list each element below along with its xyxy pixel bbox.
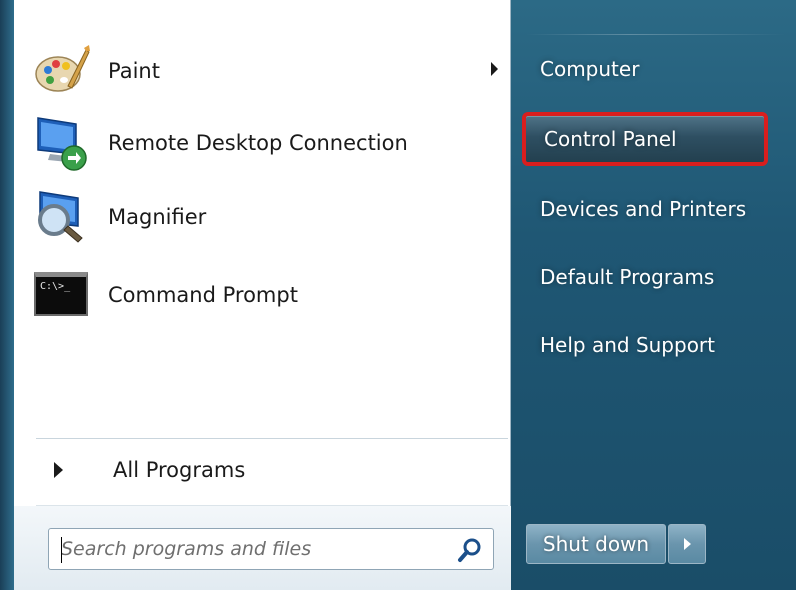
menu-item-label: Help and Support	[540, 333, 715, 357]
menu-item-help-support[interactable]: Help and Support	[522, 318, 768, 372]
menu-item-label: Computer	[540, 57, 640, 81]
expand-arrow-icon	[54, 462, 63, 478]
magnifier-icon	[32, 188, 90, 246]
divider	[36, 438, 508, 439]
program-label: Magnifier	[108, 205, 207, 229]
menu-item-label: Default Programs	[540, 265, 715, 289]
start-menu: Paint Remote Desktop Connection Magnifie…	[0, 0, 796, 590]
program-label: Command Prompt	[108, 283, 298, 307]
desktop-edge	[0, 0, 14, 590]
search-input[interactable]	[61, 538, 441, 560]
program-paint[interactable]: Paint	[32, 40, 498, 102]
search-box[interactable]	[48, 528, 494, 570]
menu-item-devices-printers[interactable]: Devices and Printers	[522, 182, 768, 236]
menu-item-label: Control Panel	[544, 127, 677, 151]
program-remote-desktop[interactable]: Remote Desktop Connection	[32, 112, 498, 174]
separator	[526, 34, 786, 35]
shutdown-options-button[interactable]	[668, 524, 706, 564]
program-magnifier[interactable]: Magnifier	[32, 186, 498, 248]
program-label: Paint	[108, 59, 160, 83]
search-icon[interactable]	[457, 537, 483, 563]
menu-item-default-programs[interactable]: Default Programs	[522, 250, 768, 304]
submenu-arrow-icon[interactable]	[491, 62, 498, 76]
menu-item-label: Devices and Printers	[540, 197, 747, 221]
cmd-icon-text: C:\>_	[40, 281, 71, 292]
menu-item-control-panel[interactable]: Control Panel	[522, 112, 768, 166]
chevron-right-icon	[683, 538, 691, 550]
shutdown-label: Shut down	[542, 532, 650, 556]
all-programs-label: All Programs	[113, 458, 246, 482]
text-caret	[61, 537, 62, 563]
program-command-prompt[interactable]: C:\>_ Command Prompt	[32, 264, 498, 326]
remote-desktop-icon	[32, 114, 90, 172]
command-prompt-icon: C:\>_	[32, 266, 90, 324]
program-label: Remote Desktop Connection	[108, 131, 408, 155]
shutdown-button[interactable]: Shut down	[526, 524, 666, 564]
paint-palette-icon	[32, 42, 90, 100]
programs-pane: Paint Remote Desktop Connection Magnifie…	[14, 0, 511, 590]
all-programs-button[interactable]: All Programs	[54, 450, 494, 490]
search-area	[14, 506, 511, 590]
menu-item-computer[interactable]: Computer	[522, 42, 768, 96]
